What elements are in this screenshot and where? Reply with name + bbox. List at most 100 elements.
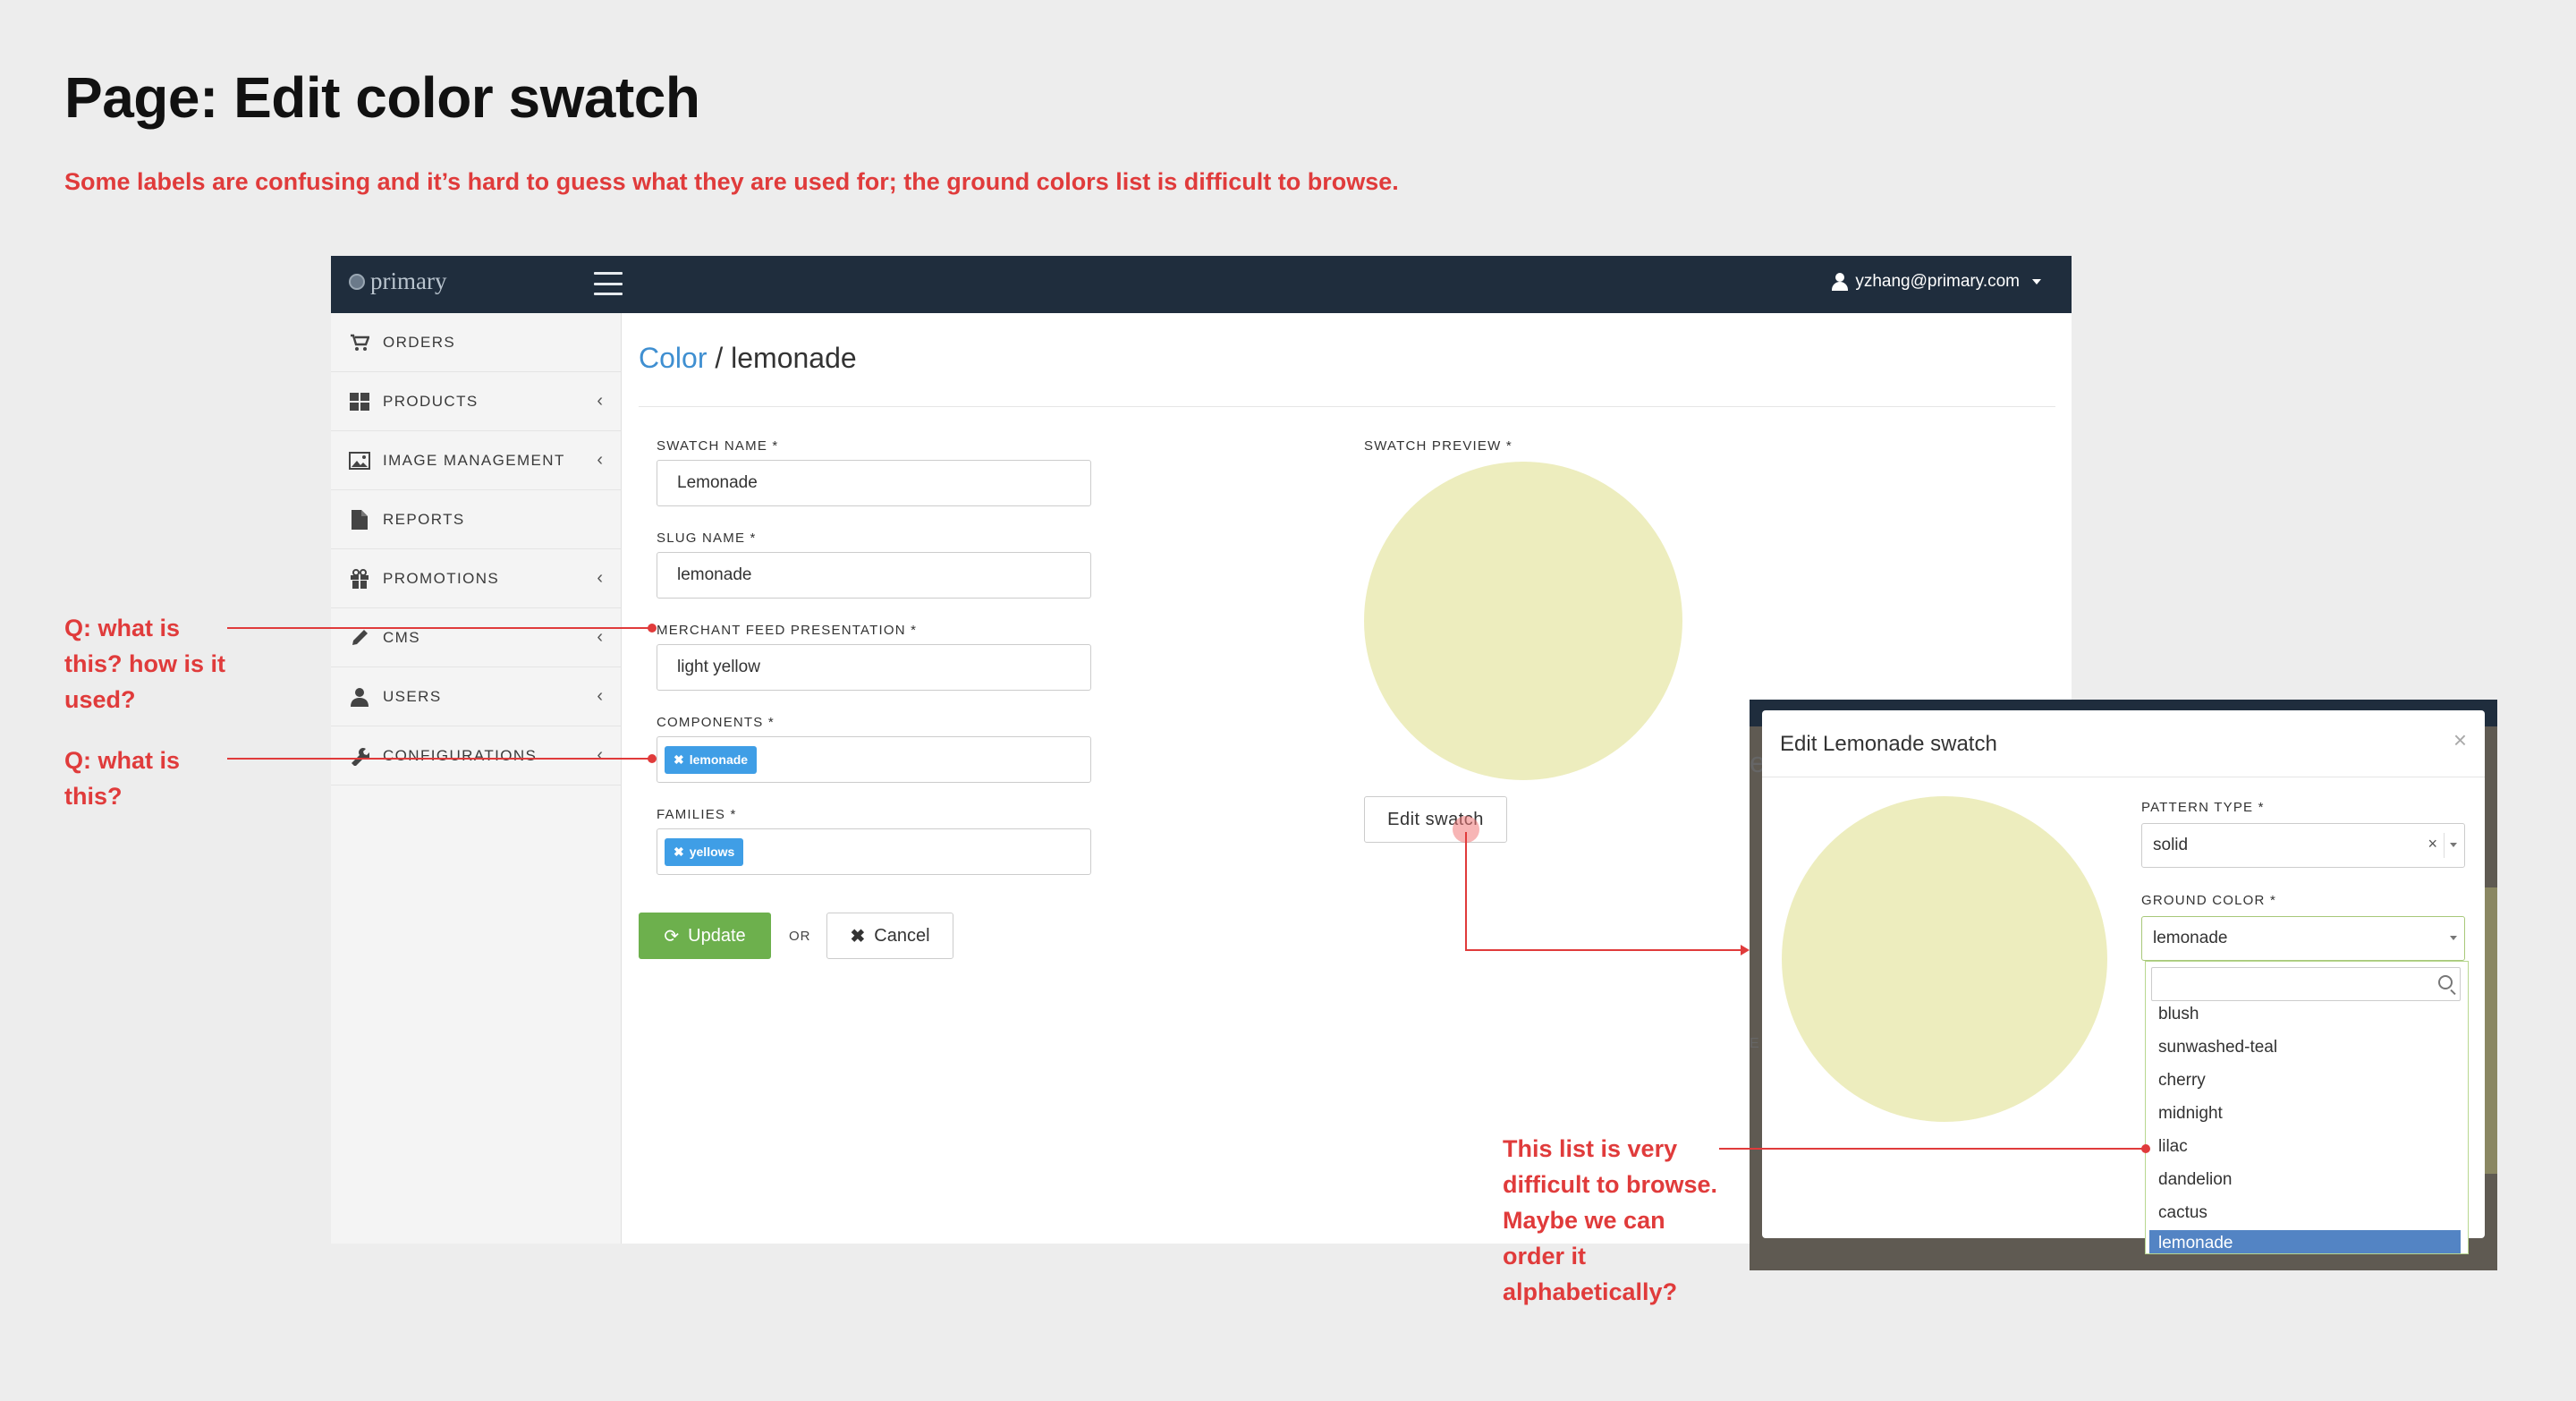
component-tag[interactable]: ✖ lemonade [665,745,758,774]
chevron-left-icon: ‹ [597,568,603,588]
arrowhead-icon [1741,945,1750,955]
refresh-icon: ⟳ [664,926,680,947]
page-subtitle: Some labels are confusing and it’s hard … [64,168,1399,195]
slug-name-input[interactable]: lemonade [657,552,1091,599]
edit-swatch-button[interactable]: Edit swatch [1364,796,1507,843]
merchant-feed-input[interactable]: light yellow [657,644,1091,691]
caret-down-icon [2032,279,2041,284]
dropdown-option[interactable]: dandelion [2149,1165,2461,1195]
sidebar-label: CONFIGURATIONS [383,746,538,764]
breadcrumb-separator: / [715,342,724,374]
swatch-preview-circle [1364,462,1682,780]
chevron-down-icon [2450,843,2457,847]
ground-color-value: lemonade [2153,929,2228,947]
close-icon[interactable]: × [2453,726,2467,754]
dropdown-option-selected[interactable]: lemonade [2149,1230,2461,1253]
remove-tag-icon[interactable]: ✖ [674,752,684,768]
ground-color-label: GROUND COLOR * [2141,893,2276,908]
note-line: difficult to browse. [1503,1171,1717,1198]
sidebar-item-cms[interactable]: CMS ‹ [331,608,621,667]
note-merchant-feed: Q: what is this? how is it used? [64,610,225,717]
sidebar-label: REPORTS [383,510,465,528]
note-list: This list is very difficult to browse. M… [1503,1131,1717,1310]
slug-name-label: SLUG NAME * [657,531,757,546]
note-line: alphabetically? [1503,1278,1678,1305]
dropdown-option[interactable]: midnight [2149,1099,2461,1129]
dropdown-option[interactable]: lilac [2149,1132,2461,1162]
ground-color-dropdown: blush sunwashed-teal cherry midnight lil… [2145,961,2469,1254]
top-navbar: primary yzhang@primary.com [331,256,2072,313]
sidebar-label: IMAGE MANAGEMENT [383,451,565,469]
dropdown-option[interactable]: blush [2149,999,2461,1030]
sidebar-item-products[interactable]: PRODUCTS ‹ [331,372,621,431]
note-line: Q: what is [64,747,181,774]
chevron-left-icon: ‹ [597,450,603,470]
swatch-name-input[interactable]: Lemonade [657,460,1091,506]
ground-color-select[interactable]: lemonade [2141,916,2465,961]
note-line: this? how is it [64,650,225,677]
dropdown-option[interactable]: cherry [2149,1066,2461,1096]
user-icon [349,687,370,707]
hamburger-menu-icon[interactable] [594,272,623,295]
sidebar-label: CMS [383,628,420,646]
note-components: Q: what is this? [64,743,180,814]
components-field[interactable]: ✖ lemonade [657,736,1091,783]
dropdown-search-input[interactable] [2151,967,2461,1001]
chevron-left-icon: ‹ [597,686,603,706]
components-label: COMPONENTS * [657,715,775,730]
select-separator [2444,833,2445,858]
image-icon [349,451,370,471]
pattern-type-value: solid [2153,836,2189,854]
chevron-left-icon: ‹ [597,391,603,411]
modal-title: Edit Lemonade swatch [1780,732,1997,756]
user-icon [1832,273,1849,291]
families-field[interactable]: ✖ yellows [657,828,1091,875]
sidebar-label: USERS [383,687,442,705]
divider [639,406,2055,407]
pattern-type-select[interactable]: solid × [2141,823,2465,868]
families-label: FAMILIES * [657,807,737,822]
logo[interactable]: primary [349,267,446,295]
user-menu[interactable]: yzhang@primary.com [1832,272,2041,292]
sidebar-item-promotions[interactable]: PROMOTIONS ‹ [331,549,621,608]
connector-line [1465,832,1467,950]
chevron-down-icon [2450,936,2457,940]
sidebar-label: PRODUCTS [383,392,479,410]
remove-tag-icon[interactable]: ✖ [674,845,684,860]
backdrop-text: E [1750,1036,1759,1051]
swatch-name-label: SWATCH NAME * [657,438,779,454]
sidebar-item-image-management[interactable]: IMAGE MANAGEMENT ‹ [331,431,621,490]
breadcrumb: Color / lemonade [639,342,857,375]
close-icon: ✖ [850,926,866,947]
tag-label: lemonade [689,752,749,767]
update-button[interactable]: ⟳ Update [639,913,771,959]
connector-dot [648,754,657,763]
note-line: order it [1503,1243,1587,1269]
update-label: Update [688,925,746,946]
dropdown-option[interactable]: cactus [2149,1198,2461,1228]
connector-dot [648,624,657,633]
cart-icon [349,333,370,352]
search-icon [2438,975,2453,989]
note-line: Maybe we can [1503,1207,1665,1234]
sidebar-item-reports[interactable]: REPORTS [331,490,621,549]
family-tag[interactable]: ✖ yellows [665,837,744,866]
note-line: This list is very [1503,1135,1678,1162]
or-separator: OR [789,929,811,944]
sidebar-item-users[interactable]: USERS ‹ [331,667,621,726]
dropdown-option[interactable]: sunwashed-teal [2149,1032,2461,1063]
wrench-icon [349,746,370,766]
clear-icon[interactable]: × [2428,835,2437,853]
grid-icon [349,392,370,412]
sidebar: ORDERS PRODUCTS ‹ IMAGE MANAGEMENT ‹ REP… [331,313,622,1244]
breadcrumb-link-color[interactable]: Color [639,342,707,374]
chevron-left-icon: ‹ [597,745,603,765]
chevron-left-icon: ‹ [597,627,603,647]
sidebar-item-orders[interactable]: ORDERS [331,313,621,372]
file-icon [349,509,370,530]
sidebar-item-configurations[interactable]: CONFIGURATIONS ‹ [331,726,621,785]
cancel-button[interactable]: ✖ Cancel [826,913,953,959]
note-line: used? [64,686,136,713]
merchant-feed-label: MERCHANT FEED PRESENTATION * [657,623,918,638]
note-line: this? [64,783,123,810]
